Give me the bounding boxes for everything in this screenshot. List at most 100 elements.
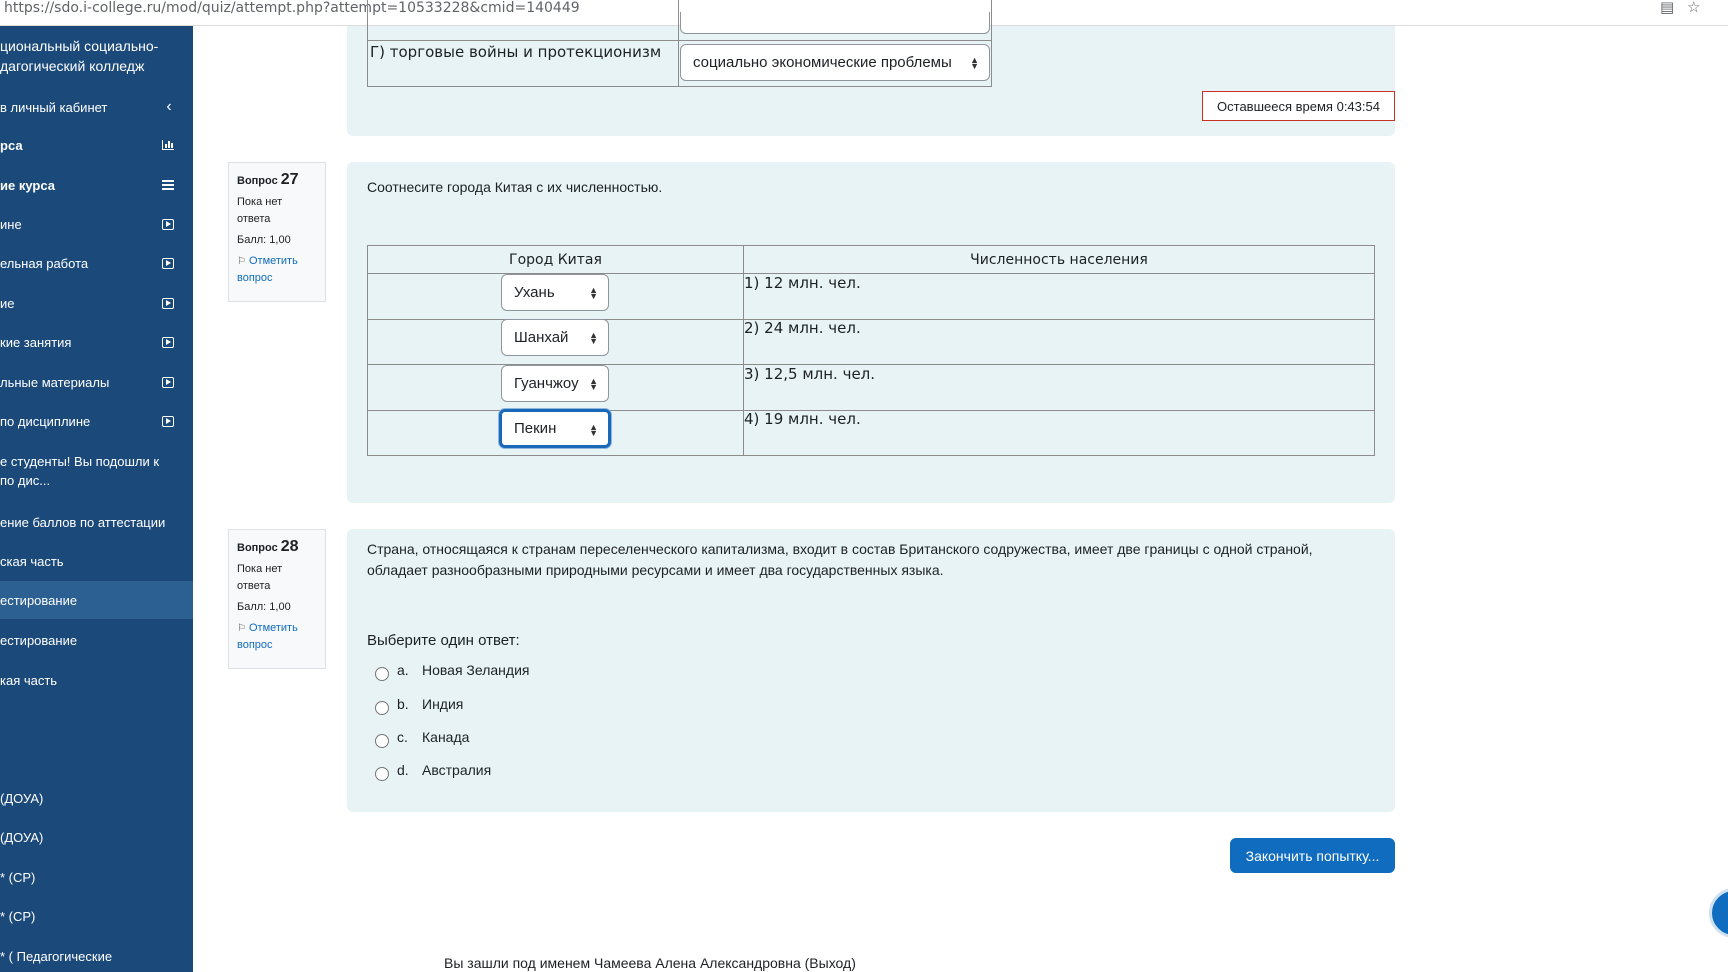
flag-question-link[interactable]: ⚐ Отметить вопрос: [237, 253, 317, 287]
drawer-item-label: ие: [0, 295, 15, 311]
drawer-item-testing[interactable]: естирование: [0, 621, 193, 659]
question-28-info: Вопрос 28 Пока нет ответа Балл: 1,00 ⚐ От…: [228, 529, 326, 669]
question-text: Соотнесите города Китая с их численность…: [367, 179, 663, 195]
prev-row-label: Г) торговые войны и протекционизм: [367, 40, 679, 87]
question-label: Вопрос: [237, 542, 278, 554]
city-select[interactable]: Ухань ▲ ▼: [501, 274, 609, 311]
drawer-item-course-ped[interactable]: * ( Педагогические: [0, 937, 193, 972]
answer-option-b[interactable]: b. Индия: [375, 696, 463, 715]
drawer-item-testing-active[interactable]: естирование: [0, 581, 193, 619]
drawer-item-course-sr[interactable]: * (СР): [0, 858, 193, 896]
drawer-item-section[interactable]: ие: [0, 284, 193, 322]
column-header-population: Численность населения: [743, 245, 1375, 274]
question-label: Вопрос: [237, 175, 278, 187]
question-state: Пока нет ответа: [237, 196, 283, 225]
updown-caret-icon: ▲ ▼: [589, 285, 598, 301]
drawer-item-label: естирование: [0, 592, 78, 608]
drawer-item-label: по дисциплине: [0, 413, 91, 429]
drawer-item-section[interactable]: по дисциплине: [0, 402, 193, 440]
drawer-item-label: (ДОУА): [0, 790, 44, 806]
drawer-item-label: ение баллов по аттестации: [0, 514, 166, 530]
drawer-item-label: ельная работа: [0, 255, 89, 271]
population-value: 3) 12,5 млн. чел.: [744, 365, 876, 383]
answer-option-a[interactable]: a. Новая Зеландия: [375, 662, 529, 681]
drawer-item-section[interactable]: ельная работа: [0, 244, 193, 282]
select-value: Гуанчжоу: [514, 375, 579, 392]
city-select[interactable]: Гуанчжоу ▲ ▼: [501, 365, 609, 402]
question-number: Вопрос 28: [237, 538, 317, 557]
drawer-item-label: ие курса: [0, 177, 55, 193]
flag-label[interactable]: Отметить вопрос: [237, 622, 298, 651]
course-drawer: циональный социально-дагогический коллед…: [0, 26, 193, 972]
drawer-item-course-contents[interactable]: ие курса: [0, 166, 193, 204]
question-grade: Балл: 1,00: [237, 234, 291, 246]
population-value: 1) 12 млн. чел.: [744, 274, 861, 292]
question-state: Пока нет ответа: [237, 563, 283, 592]
drawer-item-label: кая часть: [0, 672, 58, 688]
college-name: циональный социально-дагогический коллед…: [0, 38, 159, 74]
select-value: Пекин: [514, 420, 557, 437]
drawer-item-label: рса: [0, 137, 23, 153]
drawer-item-course[interactable]: рса: [0, 126, 193, 164]
option-label[interactable]: Новая Зеландия: [422, 662, 529, 678]
drawer-item-announcement[interactable]: е студенты! Вы подошли к по дис...: [0, 452, 193, 496]
answer-option-d[interactable]: d. Австралия: [375, 762, 491, 781]
drawer-item-label: ская часть: [0, 553, 64, 569]
drawer-item-course-doua[interactable]: (ДОУА): [0, 818, 193, 856]
updown-caret-icon: ▲ ▼: [970, 55, 979, 71]
option-label[interactable]: Индия: [422, 696, 463, 712]
drawer-item-section[interactable]: кие занятия: [0, 323, 193, 361]
drawer-item-label: в личный кабинет: [0, 99, 108, 115]
option-letter: b.: [397, 696, 409, 712]
question-27-info: Вопрос 27 Пока нет ответа Балл: 1,00 ⚐ От…: [228, 162, 326, 302]
updown-caret-icon: ▲ ▼: [589, 330, 598, 346]
option-label[interactable]: Австралия: [422, 762, 491, 778]
drawer-item-course-sr[interactable]: * (СР): [0, 897, 193, 935]
question-text: Страна, относящаяся к странам переселенч…: [367, 541, 1313, 578]
drawer-item-part[interactable]: кая часть: [0, 661, 193, 699]
column-header-city: Город Китая: [367, 245, 744, 274]
drawer-item-section[interactable]: льные материалы: [0, 363, 193, 401]
option-letter: a.: [397, 662, 409, 678]
play-icon: [162, 218, 174, 230]
bookmark-star-icon[interactable]: ☆: [1687, 0, 1700, 15]
play-icon: [162, 257, 174, 269]
finish-attempt-button[interactable]: Закончить попытку...: [1230, 838, 1395, 873]
updown-caret-icon: ▲ ▼: [589, 376, 598, 392]
select-value: Ухань: [514, 284, 555, 301]
radio-button[interactable]: [375, 701, 389, 715]
drawer-item-section[interactable]: ине: [0, 205, 193, 243]
city-select-focused[interactable]: Пекин ▲ ▼: [499, 409, 611, 448]
drawer-item-course-doua[interactable]: (ДОУА): [0, 779, 193, 817]
question-number-value: 28: [280, 538, 299, 555]
drawer-item-label: льные материалы: [0, 374, 110, 390]
updown-caret-icon: ▲ ▼: [589, 422, 598, 438]
play-icon: [162, 336, 174, 348]
population-value: 2) 24 млн. чел.: [744, 319, 861, 337]
question-number-value: 27: [280, 171, 299, 188]
drawer-item-personal-cabinet[interactable]: в личный кабинет ‹: [0, 88, 193, 126]
answer-option-c[interactable]: c. Канада: [375, 729, 469, 748]
time-remaining: Оставшееся время 0:43:54: [1202, 91, 1395, 121]
population-value: 4) 19 млн. чел.: [744, 410, 861, 428]
radio-button[interactable]: [375, 734, 389, 748]
reading-list-icon[interactable]: ▤: [1660, 0, 1674, 15]
drawer-item-label: * (СР): [0, 908, 36, 924]
chat-icon[interactable]: [1709, 888, 1728, 938]
prev-answer-select[interactable]: социально экономические проблемы ▲ ▼: [680, 44, 990, 81]
drawer-item-label: кие занятия: [0, 334, 72, 350]
option-letter: d.: [397, 762, 409, 778]
option-label[interactable]: Канада: [422, 729, 469, 745]
flag-question-link[interactable]: ⚐ Отметить вопрос: [237, 620, 317, 654]
drawer-item-grades[interactable]: ение баллов по аттестации: [0, 503, 193, 541]
flag-label[interactable]: Отметить вопрос: [237, 255, 298, 284]
option-letter: c.: [397, 729, 408, 745]
drawer-item-part[interactable]: ская часть: [0, 542, 193, 580]
prev-select-cut[interactable]: [680, 12, 990, 34]
radio-button[interactable]: [375, 767, 389, 781]
radio-button[interactable]: [375, 667, 389, 681]
drawer-item-label: ине: [0, 216, 22, 232]
city-select[interactable]: Шанхай ▲ ▼: [501, 319, 609, 356]
flag-icon: ⚐: [237, 623, 246, 634]
flag-icon: ⚐: [237, 256, 246, 267]
